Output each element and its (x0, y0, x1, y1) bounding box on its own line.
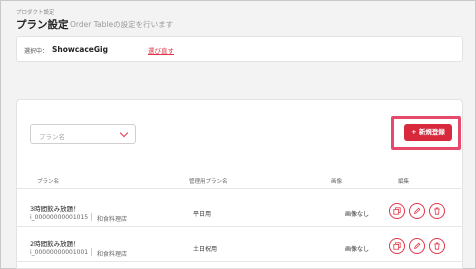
page-subtitle: Order Tableの設定を行います (70, 20, 174, 29)
selected-product-name: ShowcaceGig (52, 45, 108, 54)
plan-category: 和食料理店 (97, 251, 128, 258)
copy-button[interactable] (389, 203, 405, 219)
delete-button[interactable] (429, 238, 445, 254)
table-header: プラン名 管理用プラン名 画像 編集 (17, 171, 462, 189)
table-row: 3時間飲み放題！ i_00000000001015 和食料理店 平日用 画像なし (17, 197, 462, 227)
column-header-edit: 編集 (398, 179, 410, 185)
management-plan-name: 土日祝用 (193, 246, 218, 253)
selected-label: 選択中： (24, 48, 49, 55)
plan-list-card: プラン名 + 新規登録 プラン名 管理用プラン名 画像 編集 3時間飲み放題！ … (16, 99, 463, 269)
plan-image-status: 画像なし (345, 211, 370, 218)
management-plan-name: 平日用 (193, 211, 212, 218)
edit-icon (414, 207, 421, 214)
edit-button[interactable] (409, 203, 425, 219)
plan-name-select-placeholder: プラン名 (39, 133, 65, 141)
table-row: 2時間飲み放題！ i_00000000001001 和食料理店 土日祝用 画像な… (17, 232, 462, 262)
column-header-plan-name: プラン名 (37, 179, 60, 185)
new-plan-button[interactable]: + 新規登録 (404, 124, 452, 141)
divider (91, 213, 92, 221)
trash-icon (434, 242, 440, 250)
copy-button[interactable] (389, 238, 405, 254)
edit-icon (414, 242, 421, 249)
divider (91, 248, 92, 256)
column-header-management-name: 管理用プラン名 (189, 179, 228, 185)
plan-id: i_00000000001015 (30, 214, 89, 221)
chevron-down-icon (119, 128, 129, 138)
trash-icon (434, 207, 440, 215)
plan-name: 3時間飲み放題！ (30, 205, 80, 213)
edit-button[interactable] (409, 238, 425, 254)
column-header-image: 画像 (331, 179, 343, 185)
plan-id: i_00000000001001 (30, 249, 89, 256)
plan-name: 2時間飲み放題！ (30, 240, 80, 248)
plan-category: 和食料理店 (97, 216, 128, 223)
plan-image-status: 画像なし (345, 246, 370, 253)
page-title: プラン設定 (16, 19, 69, 31)
breadcrumb: プロダクト設定 (16, 10, 55, 16)
selected-product-card: 選択中： ShowcaceGig 選び直す (16, 36, 463, 62)
copy-icon (393, 242, 401, 250)
reselect-link[interactable]: 選び直す (148, 45, 174, 55)
delete-button[interactable] (429, 203, 445, 219)
plan-name-select[interactable]: プラン名 (30, 124, 136, 144)
copy-icon (393, 207, 401, 215)
